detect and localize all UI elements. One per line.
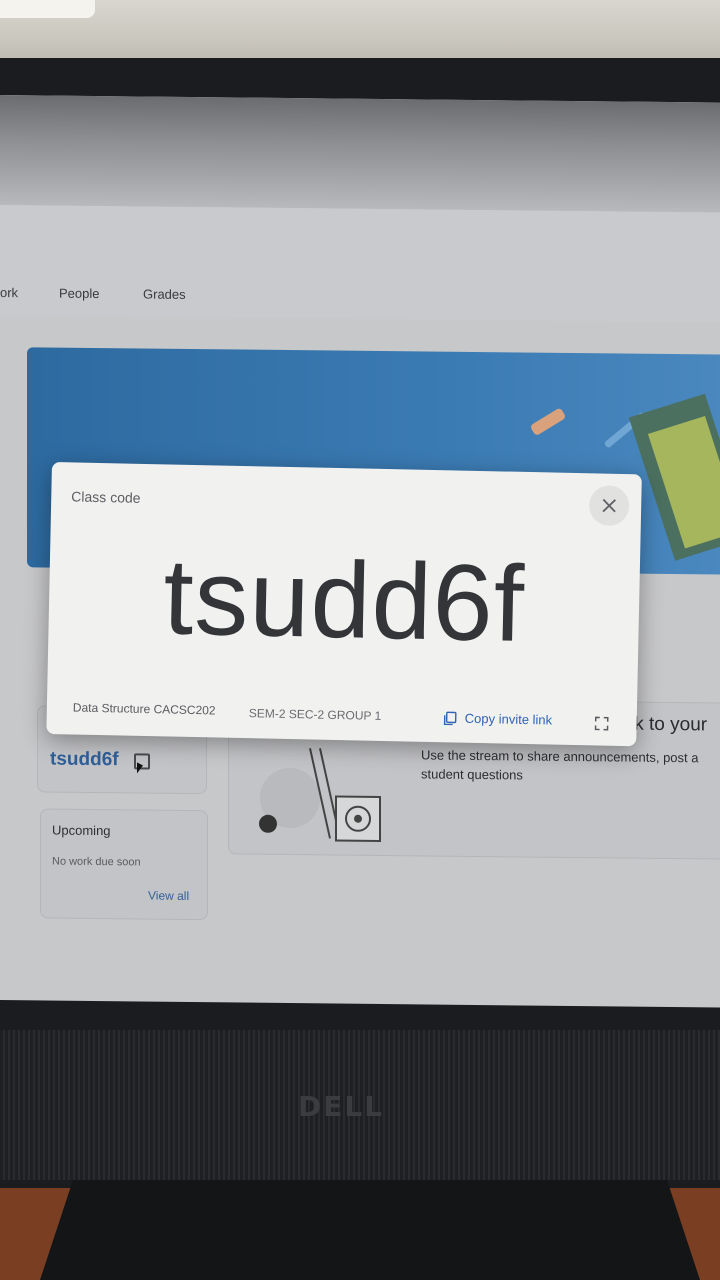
- tab-people[interactable]: People: [59, 286, 99, 301]
- close-icon: [602, 498, 616, 513]
- stream-description: Use the stream to share announcements, p…: [421, 747, 699, 783]
- copy-icon: [443, 711, 457, 725]
- class-section: SEM-2 SEC-2 GROUP 1: [248, 706, 382, 723]
- browser-top-area: [0, 95, 720, 213]
- stream-illustration-icon: [259, 748, 381, 842]
- upcoming-empty-text: No work due soon: [52, 855, 141, 869]
- stream-heading: lk to your: [630, 713, 708, 736]
- ceiling-light: [0, 0, 95, 18]
- class-code-small: tsudd6f: [50, 748, 119, 771]
- copy-invite-link-label: Copy invite link: [464, 710, 553, 728]
- class-code-dialog: Class code tsudd6f Data Structure CACSC2…: [46, 462, 642, 747]
- close-button[interactable]: [588, 485, 630, 527]
- class-code-large: tsudd6f: [162, 535, 527, 664]
- tab-classwork[interactable]: ork: [0, 285, 18, 300]
- class-name: Data Structure CACSC202: [72, 700, 216, 718]
- dell-logo: DELL: [298, 1090, 385, 1123]
- upcoming-title: Upcoming: [52, 822, 111, 839]
- copy-invite-link-button[interactable]: Copy invite link: [443, 710, 553, 728]
- mouse-cursor-icon: [137, 762, 143, 774]
- tab-grades[interactable]: Grades: [143, 286, 186, 301]
- view-all-link[interactable]: View all: [148, 889, 189, 903]
- dialog-title: Class code: [71, 488, 141, 506]
- monitor-stand: [40, 1180, 700, 1280]
- fullscreen-icon[interactable]: [594, 716, 609, 731]
- classroom-nav: [0, 205, 720, 323]
